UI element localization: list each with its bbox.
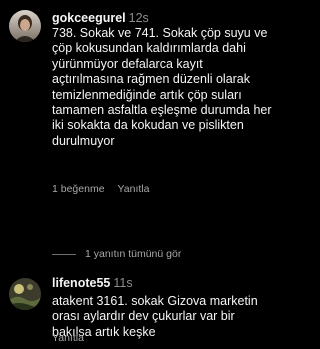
comment-item: gokceegurel 12s 738. Sokak ve 741. Sokak … [0,0,281,240]
likes-count[interactable]: 1 beğenme [52,183,105,195]
avatar-image [9,278,41,310]
comment-username[interactable]: gokceegurel [52,11,126,25]
comment-timestamp: 11s [113,276,133,290]
comment-item: lifenote55 11s atakent 3161. sokak Gizova… [0,270,281,349]
avatar-image [9,10,41,42]
comment-timestamp: 12s [128,11,149,25]
view-replies-button[interactable]: 1 yanıtın tümünü gör [52,248,181,260]
avatar[interactable] [9,278,41,310]
comment-text: atakent 3161. sokak Gizova marketin oras… [52,294,258,339]
reply-button[interactable]: Yanıtla [52,332,84,344]
comment-text: 738. Sokak ve 741. Sokak çöp suyu ve çöp… [52,26,272,148]
avatar[interactable] [9,10,41,42]
view-replies-label: 1 yanıtın tümünü gör [85,248,182,260]
replies-divider [52,253,76,255]
reply-button[interactable]: Yanıtla [118,183,150,195]
comment-username[interactable]: lifenote55 [52,276,110,290]
